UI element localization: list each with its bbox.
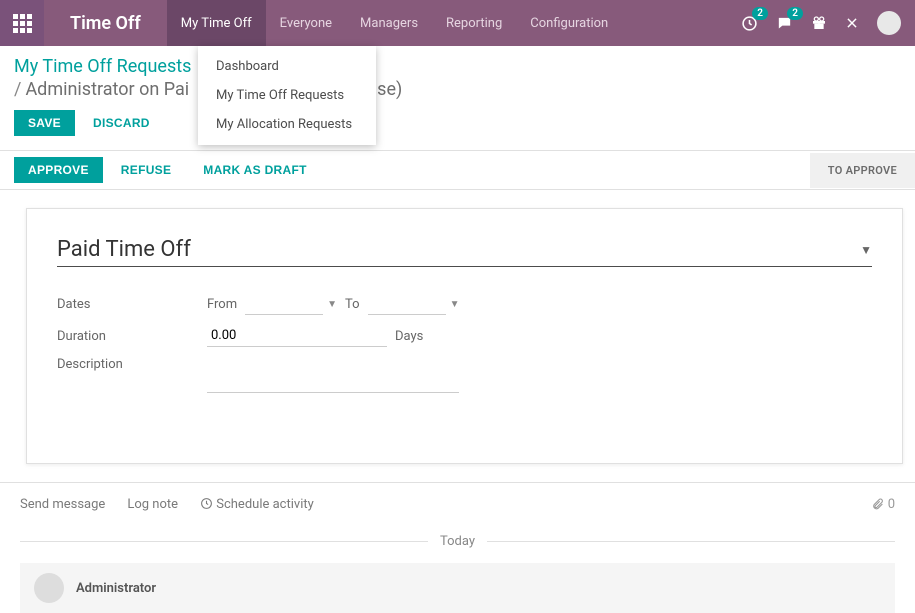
nav-my-time-off[interactable]: My Time Off	[167, 0, 266, 46]
from-label: From	[207, 297, 237, 312]
dropdown-dashboard[interactable]: Dashboard	[198, 52, 376, 81]
save-button[interactable]: SAVE	[14, 110, 75, 136]
mark-draft-button[interactable]: MARK AS DRAFT	[189, 157, 320, 183]
gift-icon[interactable]	[811, 15, 827, 31]
apps-icon	[13, 14, 32, 33]
breadcrumb-root[interactable]: My Time Off Requests	[14, 56, 901, 77]
duration-label: Duration	[57, 329, 207, 344]
today-separator: Today	[20, 534, 895, 549]
attachment-count: 0	[888, 497, 895, 512]
log-note-button[interactable]: Log note	[127, 497, 178, 512]
send-message-button[interactable]: Send message	[20, 497, 105, 512]
activity-icon[interactable]: 2	[741, 15, 758, 32]
dates-label: Dates	[57, 297, 207, 312]
time-off-type-input[interactable]	[57, 237, 860, 262]
nav-everyone[interactable]: Everyone	[266, 0, 346, 46]
form-card: ▼ Dates From ▼ To ▼ Duration Days Descri…	[26, 208, 903, 464]
message-row: Administrator	[20, 563, 895, 613]
topbar-right: 2 2	[741, 11, 915, 35]
top-nav: My Time Off Everyone Managers Reporting …	[167, 0, 622, 46]
message-author: Administrator	[76, 581, 156, 596]
my-time-off-dropdown: Dashboard My Time Off Requests My Alloca…	[198, 46, 376, 145]
description-input[interactable]	[207, 357, 459, 393]
chevron-down-icon[interactable]: ▼	[860, 243, 872, 257]
duration-input[interactable]	[207, 325, 387, 347]
messages-icon[interactable]: 2	[776, 15, 793, 32]
activity-badge: 2	[752, 7, 768, 20]
to-caret-icon[interactable]: ▼	[450, 299, 460, 310]
close-icon[interactable]	[845, 16, 859, 30]
time-off-type-field[interactable]: ▼	[57, 237, 872, 267]
nav-configuration[interactable]: Configuration	[516, 0, 622, 46]
description-label: Description	[57, 357, 207, 372]
to-label: To	[345, 297, 360, 312]
message-avatar	[34, 573, 64, 603]
schedule-activity-button[interactable]: Schedule activity	[200, 497, 314, 512]
messages-badge: 2	[787, 7, 803, 20]
dropdown-my-allocation-requests[interactable]: My Allocation Requests	[198, 110, 376, 139]
breadcrumb: My Time Off Requests /Administrator on P…	[0, 46, 915, 100]
date-to-input[interactable]	[368, 293, 446, 315]
from-caret-icon[interactable]: ▼	[327, 299, 337, 310]
chatter: Send message Log note Schedule activity …	[0, 482, 915, 613]
refuse-button[interactable]: REFUSE	[107, 157, 185, 183]
attachment-icon[interactable]	[871, 498, 884, 511]
discard-button[interactable]: DISCARD	[79, 110, 164, 136]
dropdown-my-time-off-requests[interactable]: My Time Off Requests	[198, 81, 376, 110]
topbar: Time Off My Time Off Everyone Managers R…	[0, 0, 915, 46]
action-buttons: SAVE DISCARD	[0, 100, 915, 150]
status-bar: APPROVE REFUSE MARK AS DRAFT TO APPROVE	[0, 150, 915, 190]
date-from-input[interactable]	[245, 293, 323, 315]
approve-button[interactable]: APPROVE	[14, 157, 103, 183]
days-label: Days	[395, 329, 423, 344]
nav-reporting[interactable]: Reporting	[432, 0, 516, 46]
apps-menu-button[interactable]	[0, 0, 44, 46]
user-avatar[interactable]	[877, 11, 901, 35]
app-title: Time Off	[44, 13, 167, 34]
breadcrumb-current: /Administrator on Pai(False)	[14, 79, 901, 100]
status-to-approve: TO APPROVE	[810, 153, 915, 188]
nav-managers[interactable]: Managers	[346, 0, 432, 46]
